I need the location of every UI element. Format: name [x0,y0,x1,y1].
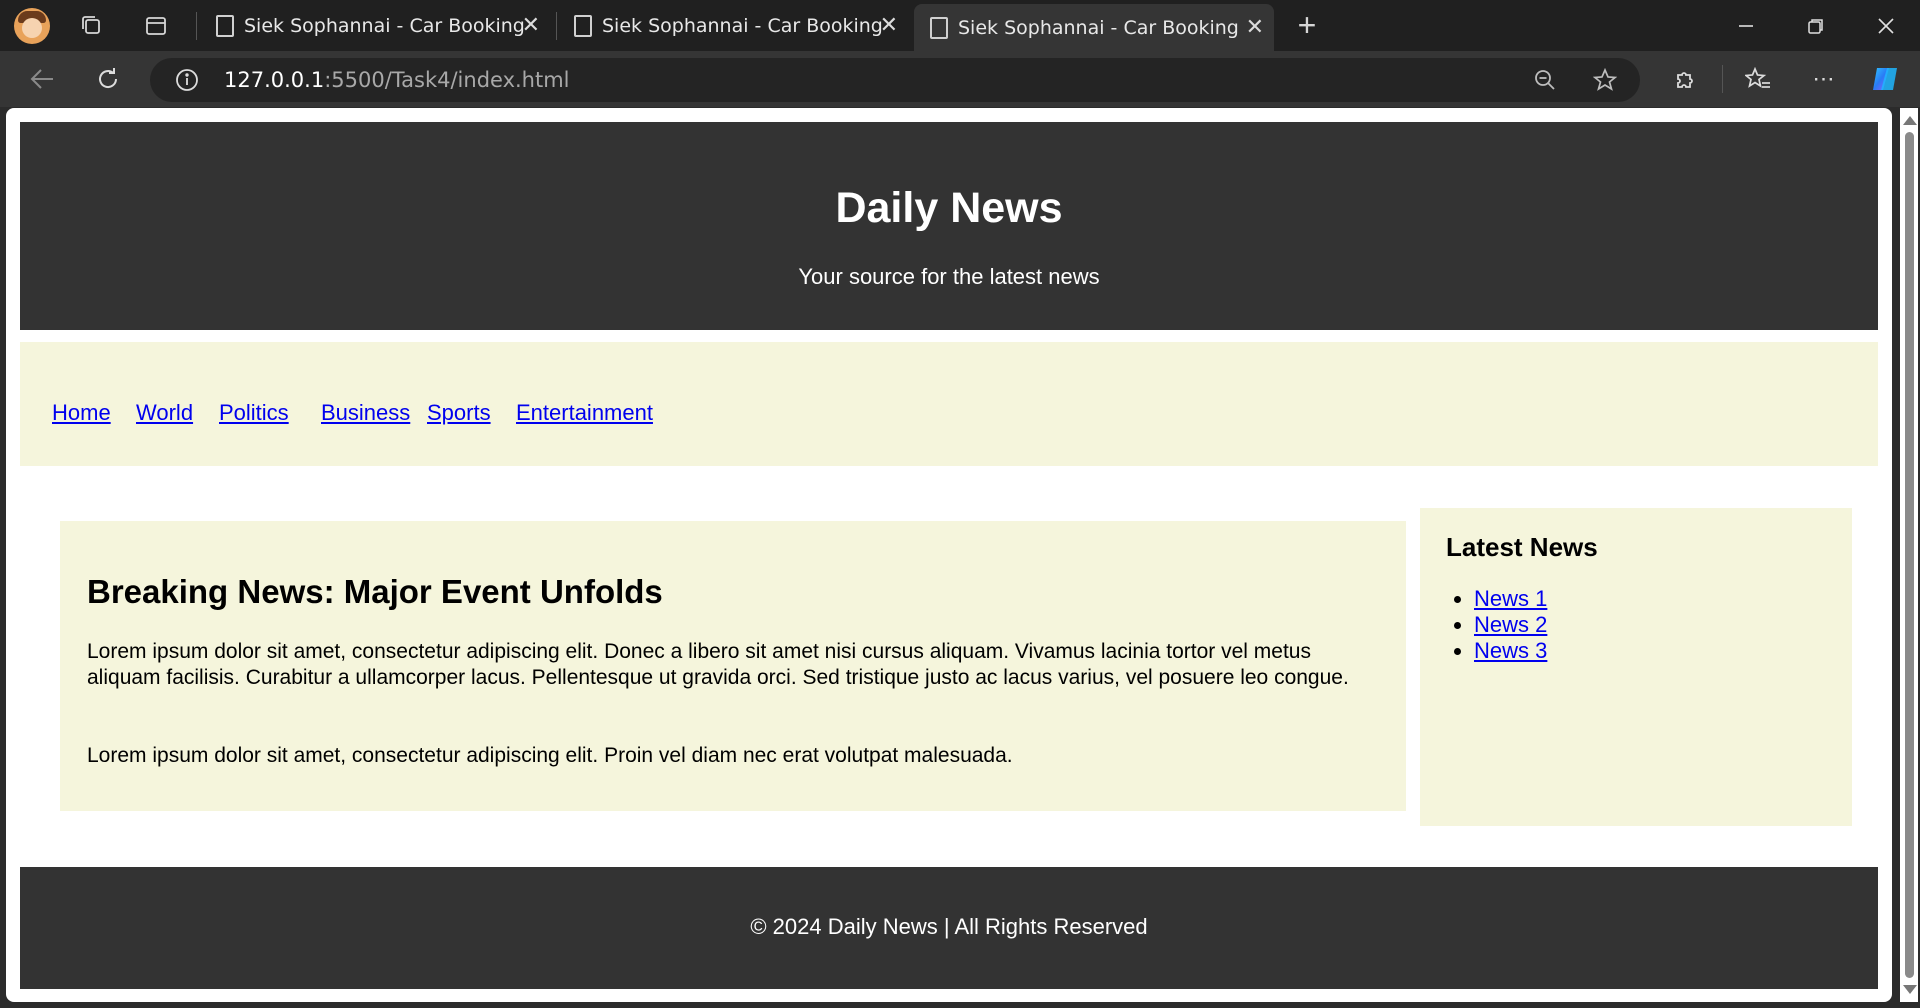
tab-separator [196,12,197,40]
vertical-tabs-icon[interactable] [142,12,170,40]
latest-news-sidebar: Latest News News 1 News 2 News 3 [1420,508,1852,826]
favorites-icon[interactable] [1742,63,1774,95]
site-title: Daily News [835,184,1063,232]
page-icon [216,14,234,37]
page-icon [574,14,592,37]
nav-link-sports[interactable]: Sports [427,400,491,426]
new-tab-button[interactable]: + [1290,7,1324,43]
tab-title: Siek Sophannai - Car Booking [244,14,525,37]
article-heading: Breaking News: Major Event Unfolds [87,573,663,610]
nav-link-world[interactable]: World [136,400,193,426]
news-link-3[interactable]: News 3 [1474,638,1547,663]
browser-tab-bar: Siek Sophannai - Car Booking ✕ Siek Soph… [0,0,1920,51]
tab-separator [556,12,557,40]
site-nav: Home World Politics Business Sports Ente… [20,342,1878,466]
workspaces-icon[interactable] [78,12,106,40]
profile-avatar[interactable] [14,8,50,44]
nav-link-business[interactable]: Business [321,400,410,426]
extensions-icon[interactable] [1670,63,1702,95]
nav-link-politics[interactable]: Politics [219,400,289,426]
nav-link-entertainment[interactable]: Entertainment [516,400,653,426]
url-host: 127.0.0.1 [224,68,325,92]
vertical-scrollbar[interactable] [1900,108,1918,1002]
back-icon[interactable] [26,63,58,95]
tab-2[interactable]: Siek Sophannai - Car Booking ✕ [558,0,908,51]
nav-link-home[interactable]: Home [52,400,111,426]
main-article: Breaking News: Major Event Unfolds Lorem… [60,521,1406,811]
news-link-1[interactable]: News 1 [1474,586,1547,611]
browser-toolbar: 127.0.0.1:5500/Task4/index.html ⋯ [0,51,1920,107]
minimize-icon[interactable] [1732,12,1760,40]
latest-news-list: News 1 News 2 News 3 [1446,586,1547,664]
copilot-icon[interactable] [1868,61,1904,97]
list-item: News 2 [1474,612,1547,638]
more-icon[interactable]: ⋯ [1808,63,1840,95]
tab-3-active[interactable]: Siek Sophannai - Car Booking ✕ [914,4,1274,51]
tab-close-icon[interactable]: ✕ [1246,15,1264,40]
window-close-icon[interactable] [1872,12,1900,40]
address-bar[interactable]: 127.0.0.1:5500/Task4/index.html [150,58,1640,102]
tab-close-icon[interactable]: ✕ [522,13,540,38]
footer-copyright: © 2024 Daily News | All Rights Reserved [750,914,1148,939]
news-link-2[interactable]: News 2 [1474,612,1547,637]
reload-icon[interactable] [92,63,124,95]
restore-icon[interactable] [1802,12,1830,40]
sidebar-heading: Latest News [1446,532,1598,562]
favorite-star-icon[interactable] [1592,67,1618,93]
page-viewport: Daily News Your source for the latest ne… [6,108,1892,1002]
tab-1[interactable]: Siek Sophannai - Car Booking ✕ [200,0,550,51]
site-tagline: Your source for the latest news [798,264,1100,289]
scroll-thumb[interactable] [1905,132,1914,978]
tab-close-icon[interactable]: ✕ [880,13,898,38]
site-info-icon[interactable] [174,67,200,93]
tab-title: Siek Sophannai - Car Booking [602,14,883,37]
scroll-down-arrow-icon[interactable] [1903,985,1917,994]
zoom-out-icon[interactable] [1532,67,1558,93]
toolbar-separator [1722,65,1723,93]
site-footer: © 2024 Daily News | All Rights Reserved [20,867,1878,989]
article-paragraph: Lorem ipsum dolor sit amet, consectetur … [87,744,1013,767]
list-item: News 3 [1474,638,1547,664]
list-item: News 1 [1474,586,1547,612]
tab-title: Siek Sophannai - Car Booking [958,16,1239,39]
page-icon [930,16,948,39]
scroll-up-arrow-icon[interactable] [1903,116,1917,125]
url-path: :5500/Task4/index.html [324,68,570,92]
site-header: Daily News Your source for the latest ne… [20,122,1878,330]
url-text[interactable]: 127.0.0.1:5500/Task4/index.html [224,68,570,92]
article-paragraph: Lorem ipsum dolor sit amet, consectetur … [87,640,1349,689]
